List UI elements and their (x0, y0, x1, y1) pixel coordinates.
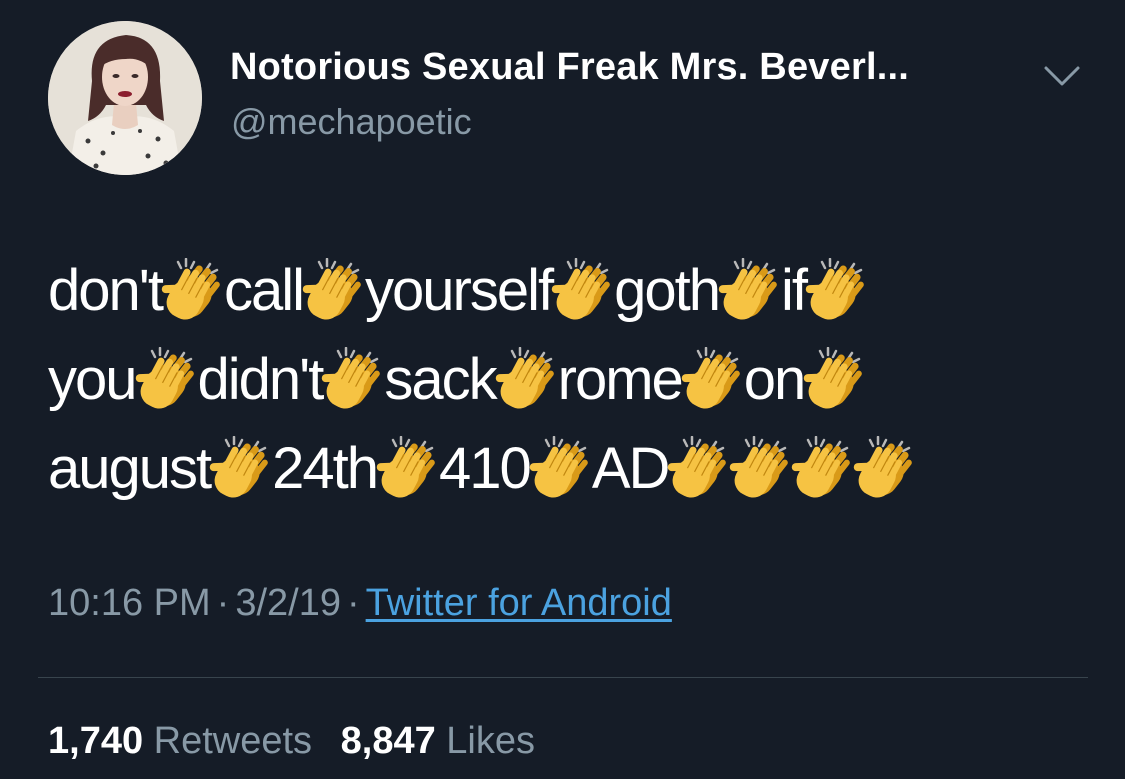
tweet-line: august 24th 410 AD (48, 424, 1088, 513)
clapping-hands-icon (208, 435, 276, 502)
tweet-word: if (780, 257, 808, 323)
clapping-hands-icon (790, 435, 858, 502)
tweet-word: goth (614, 257, 721, 323)
likes-label: Likes (446, 720, 535, 762)
tweet-line: you didn't sack rome on (48, 335, 1088, 424)
tweet-word: don't (48, 257, 164, 323)
clapping-hands-icon (320, 346, 388, 413)
clapping-hands-icon (494, 346, 562, 413)
divider (38, 677, 1088, 678)
tweet-text: don't call yourself goth if you didn't s… (48, 246, 1088, 513)
tweet-stats: 1,740 Retweets 8,847 Likes (48, 720, 553, 763)
retweets-label: Retweets (153, 720, 313, 762)
retweets-stat[interactable]: 1,740 Retweets (48, 720, 312, 762)
tweet-date: 3/2/19 (235, 582, 341, 624)
clapping-hands-icon (680, 346, 748, 413)
display-name[interactable]: Notorious Sexual Freak Mrs. Beverl... (230, 46, 909, 89)
tweet-meta: 10:16 PM · 3/2/19 · Twitter for Android (48, 582, 672, 625)
clapping-hands-icon (852, 435, 920, 502)
tweet-word: AD (591, 435, 671, 501)
chevron-down-icon[interactable] (1038, 58, 1086, 94)
meta-separator: · (216, 582, 230, 624)
avatar[interactable] (48, 21, 202, 175)
clapping-hands-icon (804, 257, 872, 324)
clapping-hands-icon (717, 257, 785, 324)
tweet-word: sack (384, 346, 497, 412)
clapping-hands-icon (160, 257, 228, 324)
clapping-hands-icon (134, 346, 202, 413)
likes-count: 8,847 (340, 720, 436, 762)
clapping-hands-icon (550, 257, 618, 324)
retweets-count: 1,740 (48, 720, 144, 762)
clapping-hands-icon (666, 435, 734, 502)
tweet-word: call (223, 257, 305, 323)
tweet-word: rome (557, 346, 684, 412)
tweet-word: august (48, 435, 212, 501)
tweet-line: don't call yourself goth if (48, 246, 1088, 335)
likes-stat[interactable]: 8,847 Likes (341, 720, 535, 762)
tweet-word: yourself (365, 257, 554, 323)
clapping-hands-icon (728, 435, 796, 502)
source-link[interactable]: Twitter for Android (366, 582, 672, 624)
clapping-hands-icon (301, 257, 369, 324)
tweet-word: 24th (272, 435, 379, 501)
meta-separator: · (346, 582, 360, 624)
clapping-hands-icon (528, 435, 596, 502)
tweet-word: on (743, 346, 806, 412)
user-handle[interactable]: @mechapoetic (231, 101, 472, 143)
clapping-hands-icon (802, 346, 870, 413)
tweet-time: 10:16 PM (48, 582, 211, 624)
tweet-word: didn't (197, 346, 325, 412)
clapping-hands-icon (375, 435, 443, 502)
tweet-word: you (48, 346, 138, 412)
tweet-word: 410 (439, 435, 532, 501)
